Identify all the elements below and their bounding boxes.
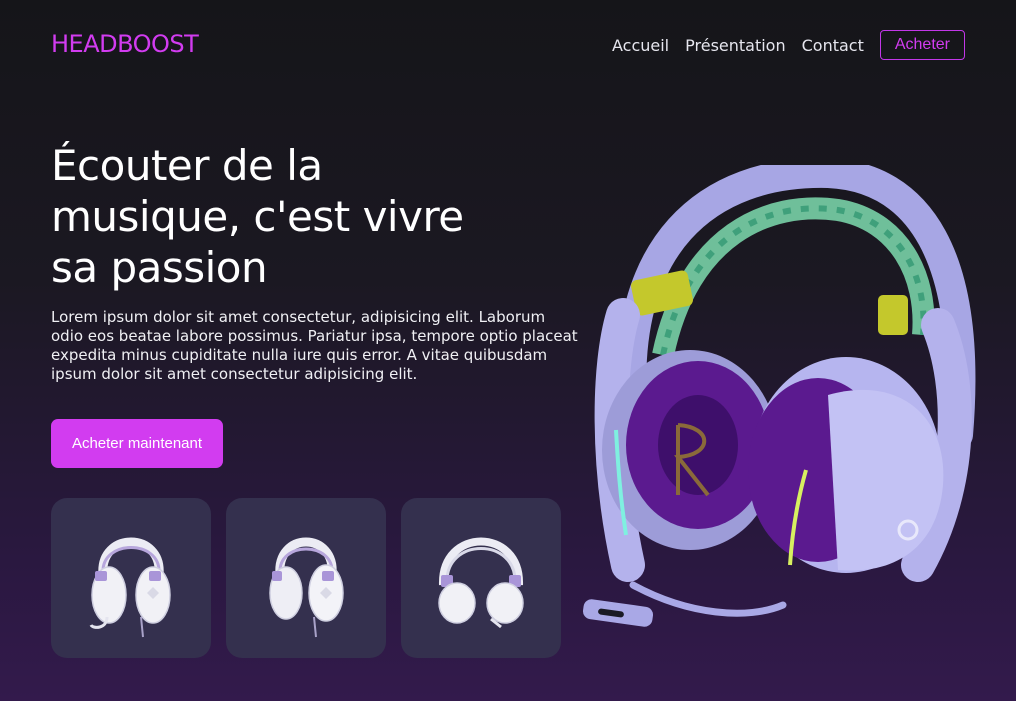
purple-headset-image xyxy=(582,165,976,627)
main-nav: Accueil Présentation Contact Acheter xyxy=(612,30,965,60)
thumbnail-top[interactable] xyxy=(401,498,561,658)
logo[interactable]: HEADBOOST xyxy=(51,30,199,58)
product-thumbnails xyxy=(51,498,576,658)
white-headset-icon xyxy=(89,537,171,638)
hero-description: Lorem ipsum dolor sit amet consectetur, … xyxy=(51,308,578,383)
nav-accueil[interactable]: Accueil xyxy=(612,36,669,55)
white-headset-icon xyxy=(438,537,524,629)
buy-now-button[interactable]: Acheter maintenant xyxy=(51,419,223,468)
hero-title: Écouter de la musique, c'est vivre sa pa… xyxy=(51,141,464,292)
thumbnail-side[interactable] xyxy=(226,498,386,658)
thumbnail-front[interactable] xyxy=(51,498,211,658)
buy-button[interactable]: Acheter xyxy=(879,30,965,60)
nav-contact[interactable]: Contact xyxy=(802,36,864,55)
white-headset-icon xyxy=(269,537,344,638)
nav-presentation[interactable]: Présentation xyxy=(685,36,785,55)
